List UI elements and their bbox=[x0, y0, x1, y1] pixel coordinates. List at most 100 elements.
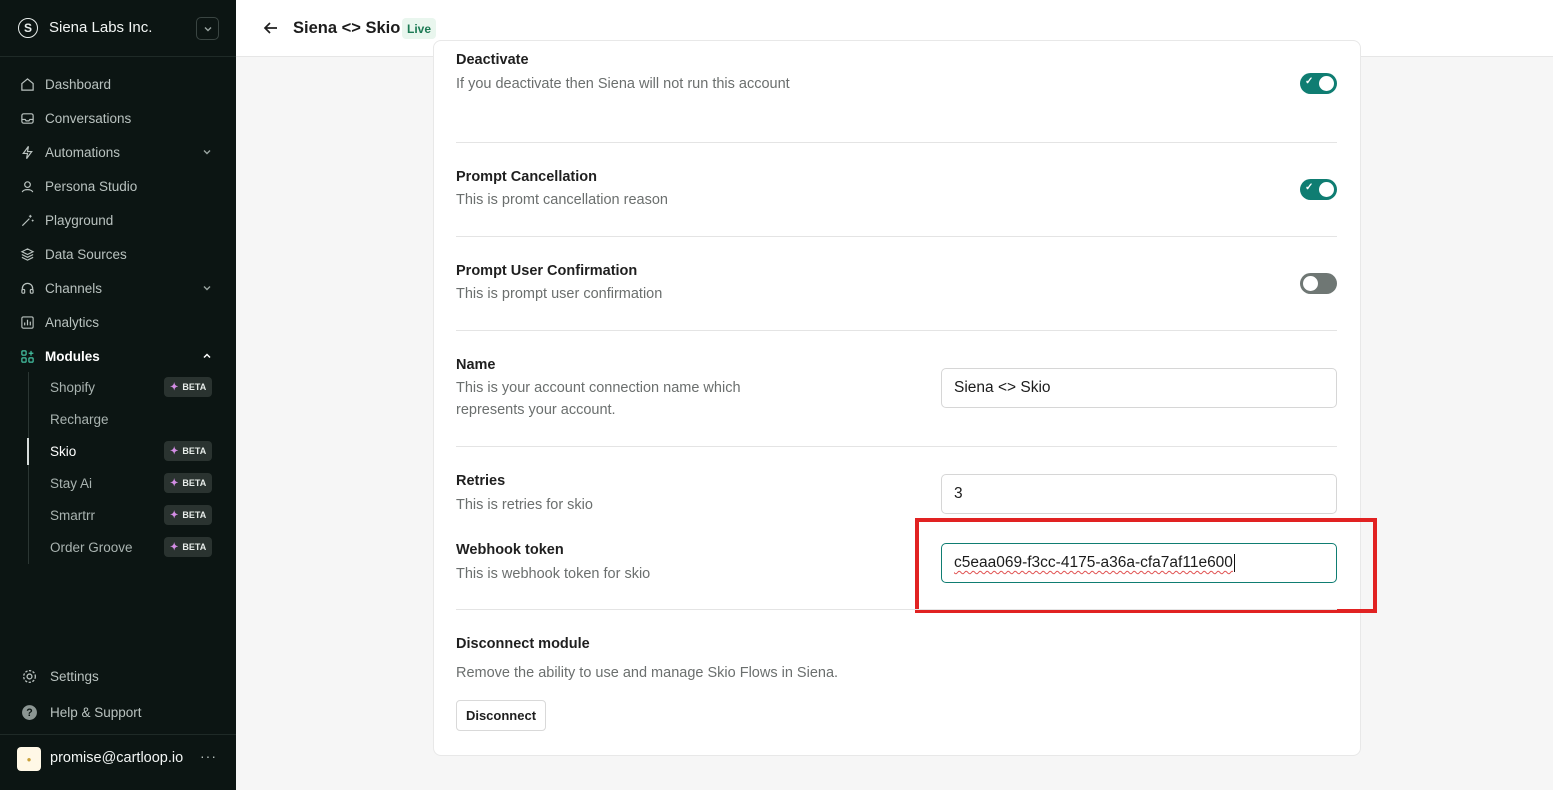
nav-label: Analytics bbox=[45, 314, 100, 330]
org-switcher[interactable]: S Siena Labs Inc. bbox=[0, 0, 236, 57]
module-item-smartrr[interactable]: Smartrr ✦ BETA bbox=[50, 502, 220, 528]
nav-conversations[interactable]: Conversations bbox=[0, 103, 236, 133]
database-icon bbox=[19, 246, 35, 262]
module-item-shopify[interactable]: Shopify ✦ BETA bbox=[50, 374, 220, 400]
submenu-active-indicator bbox=[27, 438, 29, 465]
badge-label: BETA bbox=[182, 446, 207, 456]
nav-label: Persona Studio bbox=[45, 178, 138, 194]
nav-automations[interactable]: Automations bbox=[0, 137, 236, 167]
modules-icon bbox=[19, 348, 35, 364]
module-label: Recharge bbox=[50, 411, 109, 427]
module-item-skio[interactable]: Skio ✦ BETA bbox=[50, 438, 220, 464]
disconnect-desc: Remove the ability to use and manage Ski… bbox=[456, 665, 839, 681]
nav-settings[interactable]: Settings bbox=[0, 662, 236, 690]
org-logo-icon: S bbox=[18, 18, 38, 38]
webhook-token-title: Webhook token bbox=[456, 542, 564, 558]
submenu-line bbox=[28, 372, 29, 564]
nav-persona-studio[interactable]: Persona Studio bbox=[0, 171, 236, 201]
nav-label: Channels bbox=[45, 280, 103, 296]
chart-icon bbox=[19, 314, 35, 330]
help-icon: ? bbox=[20, 703, 38, 721]
chevron-down-icon[interactable] bbox=[200, 145, 214, 159]
sparkle-icon: ✦ bbox=[170, 381, 179, 393]
nav-label: Dashboard bbox=[45, 76, 112, 92]
deactivate-desc: If you deactivate then Siena will not ru… bbox=[456, 76, 790, 92]
module-item-recharge[interactable]: Recharge bbox=[50, 406, 220, 432]
nav-analytics[interactable]: Analytics bbox=[0, 307, 236, 337]
name-input[interactable]: Siena <> Skio bbox=[941, 368, 1337, 408]
sparkle-icon: ✦ bbox=[170, 541, 179, 553]
page-title: Siena <> Skio bbox=[293, 19, 401, 37]
retries-desc: This is retries for skio bbox=[456, 497, 593, 513]
headset-icon bbox=[19, 280, 35, 296]
divider bbox=[456, 609, 1337, 610]
nav-label: Data Sources bbox=[45, 246, 127, 262]
user-email: promise@cartloop.io bbox=[50, 750, 184, 766]
beta-badge: ✦ BETA bbox=[164, 473, 212, 493]
nav-dashboard[interactable]: Dashboard bbox=[0, 69, 236, 99]
name-title: Name bbox=[456, 357, 496, 373]
module-item-stay-ai[interactable]: Stay Ai ✦ BETA bbox=[50, 470, 220, 496]
nav-data-sources[interactable]: Data Sources bbox=[0, 239, 236, 269]
beta-badge: ✦ BETA bbox=[164, 505, 212, 525]
nav-modules[interactable]: Modules bbox=[0, 341, 236, 371]
nav-label: Conversations bbox=[45, 110, 132, 126]
prompt-cancellation-toggle[interactable]: ✓ bbox=[1300, 179, 1337, 200]
beta-badge: ✦ BETA bbox=[164, 537, 212, 557]
deactivate-toggle[interactable]: ✓ bbox=[1300, 73, 1337, 94]
deactivate-title: Deactivate bbox=[456, 52, 529, 68]
disconnect-button[interactable]: Disconnect bbox=[456, 700, 546, 731]
nav-playground[interactable]: Playground bbox=[0, 205, 236, 235]
divider bbox=[456, 446, 1337, 447]
sparkle-icon: ✦ bbox=[170, 509, 179, 521]
nav-label: Modules bbox=[45, 348, 100, 364]
gear-icon bbox=[20, 667, 38, 685]
beta-badge: ✦ BETA bbox=[164, 377, 212, 397]
nav-help-support[interactable]: ? Help & Support bbox=[0, 698, 236, 726]
back-arrow-icon[interactable] bbox=[262, 19, 280, 37]
wand-icon bbox=[19, 212, 35, 228]
home-icon bbox=[19, 76, 35, 92]
highlight-box bbox=[915, 518, 1377, 613]
user-menu[interactable]: ● promise@cartloop.io ··· bbox=[0, 734, 236, 790]
module-label: Stay Ai bbox=[50, 475, 93, 491]
module-label: Skio bbox=[50, 443, 77, 459]
webhook-token-desc: This is webhook token for skio bbox=[456, 566, 651, 582]
nav-label: Playground bbox=[45, 212, 114, 228]
module-label: Smartrr bbox=[50, 507, 95, 523]
check-icon: ✓ bbox=[1305, 76, 1314, 87]
retries-title: Retries bbox=[456, 473, 506, 489]
beta-badge: ✦ BETA bbox=[164, 441, 212, 461]
nav-channels[interactable]: Channels bbox=[0, 273, 236, 303]
prompt-cancellation-title: Prompt Cancellation bbox=[456, 169, 597, 185]
persona-icon bbox=[19, 178, 35, 194]
module-label: Order Groove bbox=[50, 539, 133, 555]
retries-input[interactable]: 3 bbox=[941, 474, 1337, 514]
divider bbox=[456, 142, 1337, 143]
chevron-down-icon[interactable] bbox=[196, 17, 219, 40]
module-item-order-groove[interactable]: Order Groove ✦ BETA bbox=[50, 534, 220, 560]
badge-label: BETA bbox=[182, 478, 207, 488]
badge-label: BETA bbox=[182, 510, 207, 520]
prompt-user-confirmation-desc: This is prompt user confirmation bbox=[456, 286, 663, 302]
chevron-down-icon[interactable] bbox=[200, 281, 214, 295]
bolt-icon bbox=[19, 144, 35, 160]
status-badge: Live bbox=[402, 18, 437, 39]
nav-label: Help & Support bbox=[50, 704, 142, 720]
badge-label: BETA bbox=[182, 382, 207, 392]
check-icon: ✓ bbox=[1305, 182, 1314, 193]
sparkle-icon: ✦ bbox=[170, 445, 179, 457]
svg-text:?: ? bbox=[26, 707, 32, 719]
name-desc: This is your account connection name whi… bbox=[456, 380, 741, 418]
sidebar: S Siena Labs Inc. Dashboard Conversation… bbox=[0, 0, 236, 790]
more-icon[interactable]: ··· bbox=[200, 748, 217, 764]
name-input-value: Siena <> Skio bbox=[954, 379, 1051, 396]
org-name: Siena Labs Inc. bbox=[49, 19, 153, 36]
prompt-user-confirmation-toggle[interactable] bbox=[1300, 273, 1337, 294]
divider bbox=[456, 330, 1337, 331]
nav-label: Settings bbox=[50, 668, 99, 684]
divider bbox=[456, 236, 1337, 237]
inbox-icon bbox=[19, 110, 35, 126]
chevron-up-icon[interactable] bbox=[200, 349, 214, 363]
avatar: ● bbox=[17, 747, 41, 771]
